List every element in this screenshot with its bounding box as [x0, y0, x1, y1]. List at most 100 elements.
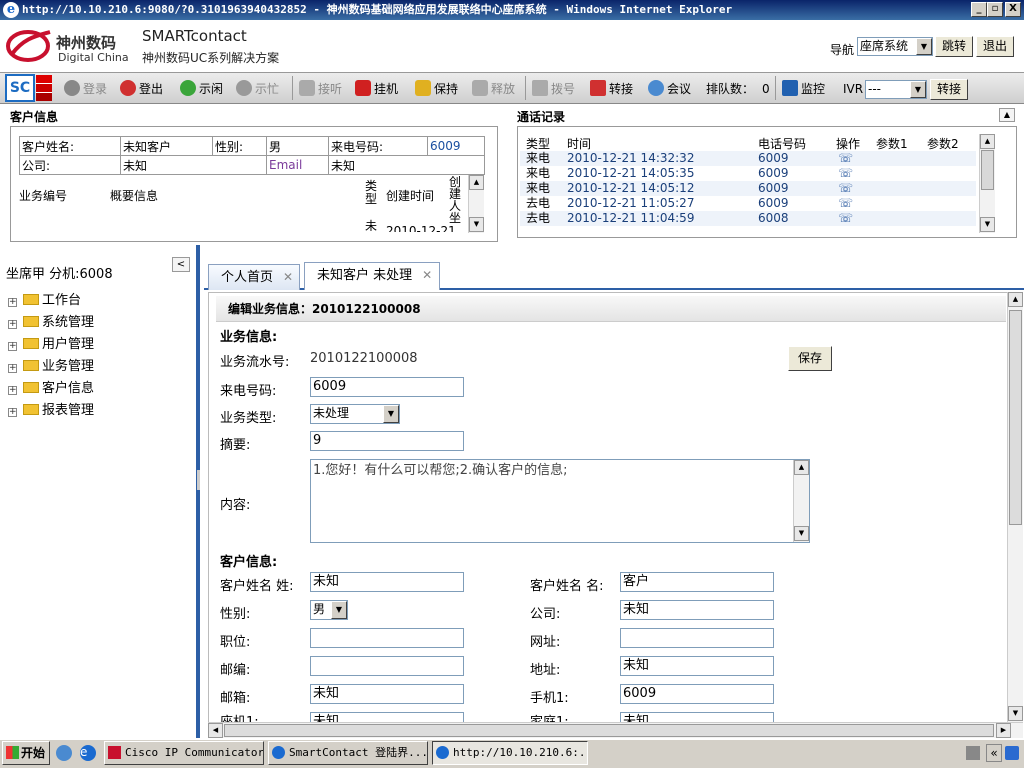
expand-icon[interactable]: +: [8, 298, 17, 307]
redial-icon[interactable]: ☏: [838, 166, 853, 181]
ivr-transfer-button[interactable]: 转接: [930, 79, 968, 100]
redial-icon[interactable]: ☏: [838, 181, 853, 196]
home-input[interactable]: 未知: [620, 712, 774, 722]
call-phone: 6008: [758, 211, 789, 225]
scroll-up-icon[interactable]: ▲: [1008, 292, 1023, 307]
transfer-button[interactable]: 转接: [590, 80, 633, 98]
hold-button[interactable]: 保持: [415, 80, 458, 98]
idle-button[interactable]: 示闲: [180, 80, 223, 98]
content-textarea[interactable]: 1.您好！有什么可以帮您;2.确认客户的信息;: [310, 459, 810, 543]
redial-icon[interactable]: ☏: [838, 196, 853, 211]
expand-icon[interactable]: +: [8, 342, 17, 351]
keyboard-tray-icon[interactable]: [966, 746, 980, 760]
scroll-down-icon[interactable]: ▼: [469, 217, 484, 232]
network-tray-icon[interactable]: [1005, 746, 1019, 760]
save-button[interactable]: 保存: [788, 346, 832, 371]
redial-icon[interactable]: ☏: [838, 151, 853, 166]
email-input[interactable]: 未知: [310, 684, 464, 704]
mobile-input[interactable]: 6009: [620, 684, 774, 704]
collapse-panel-icon[interactable]: ▲: [999, 108, 1015, 122]
surname-input[interactable]: 未知: [310, 572, 464, 592]
tab-home[interactable]: 个人首页 ✕: [208, 264, 300, 290]
position-input[interactable]: [310, 628, 464, 648]
desktop-quicklaunch-icon[interactable]: [56, 745, 72, 761]
sidebar-item-workbench[interactable]: + 工作台: [8, 289, 81, 308]
release-icon: [472, 80, 488, 96]
sidebar-collapse-button[interactable]: <: [172, 257, 190, 272]
scroll-down-icon[interactable]: ▼: [794, 526, 809, 541]
scroll-down-icon[interactable]: ▼: [980, 217, 995, 232]
sidebar-item-business[interactable]: + 业务管理: [8, 355, 94, 374]
summary-input[interactable]: 9: [310, 431, 464, 451]
content-scrollbar[interactable]: ▲ ▼: [793, 460, 809, 542]
hangup-button[interactable]: 挂机: [355, 80, 398, 98]
scroll-thumb[interactable]: [981, 150, 994, 190]
call-phone: 6009: [758, 151, 789, 165]
logout-button[interactable]: 退出: [976, 36, 1014, 57]
scroll-right-icon[interactable]: ▶: [996, 723, 1011, 738]
caller-input[interactable]: 6009: [310, 377, 464, 397]
form-vertical-scrollbar[interactable]: ▲ ▼: [1007, 292, 1023, 722]
monitor-button[interactable]: 监控: [782, 80, 825, 98]
login-button[interactable]: 登录: [64, 80, 107, 98]
transfer-label: 转接: [609, 82, 634, 96]
task-smartcontact-login[interactable]: SmartContact 登陆界...: [268, 741, 428, 765]
maximize-button[interactable]: ▫: [987, 2, 1003, 17]
dial-button[interactable]: 拨号: [532, 80, 575, 98]
givenname-input[interactable]: 客户: [620, 572, 774, 592]
nav-select[interactable]: 座席系统 ▼: [857, 37, 933, 56]
logoff-button[interactable]: 登出: [120, 80, 163, 98]
col-created: 创建时间: [386, 189, 435, 203]
release-button[interactable]: 释放: [472, 80, 515, 98]
sidebar-item-users[interactable]: + 用户管理: [8, 333, 94, 352]
biz-list-scrollbar[interactable]: ▲ ▼: [468, 175, 484, 233]
expand-icon[interactable]: +: [8, 386, 17, 395]
gender-select[interactable]: 男 ▼: [310, 600, 348, 620]
sidebar-item-customers[interactable]: + 客户信息: [8, 377, 94, 396]
call-log-scrollbar[interactable]: ▲ ▼: [979, 134, 995, 233]
jump-button[interactable]: 跳转: [935, 36, 973, 57]
office-input[interactable]: 未知: [310, 712, 464, 722]
scroll-thumb[interactable]: [1009, 310, 1022, 525]
busy-button[interactable]: 示忙: [236, 80, 279, 98]
call-row[interactable]: 来电 2010-12-21 14:05:12 6009 ☏: [520, 181, 976, 196]
close-icon[interactable]: ✕: [422, 268, 432, 282]
task-agent-system[interactable]: http://10.10.210.6:...: [432, 741, 588, 765]
tab-unknown-customer[interactable]: 未知客户 未处理 ✕: [304, 262, 440, 290]
ivr-select[interactable]: --- ▼: [865, 80, 927, 99]
meeting-button[interactable]: 会议: [648, 80, 691, 98]
expand-icon[interactable]: +: [8, 364, 17, 373]
email-label: 邮箱:: [220, 691, 251, 706]
answer-button[interactable]: 接听: [299, 80, 342, 98]
company-input[interactable]: 未知: [620, 600, 774, 620]
scroll-up-icon[interactable]: ▲: [469, 175, 484, 190]
redial-icon[interactable]: ☏: [838, 211, 853, 226]
call-row[interactable]: 去电 2010-12-21 11:04:59 6008 ☏: [520, 211, 976, 226]
address-input[interactable]: 未知: [620, 656, 774, 676]
close-window-button[interactable]: X: [1005, 2, 1021, 17]
scroll-thumb[interactable]: [224, 724, 994, 737]
close-icon[interactable]: ✕: [283, 270, 293, 284]
form-horizontal-scrollbar[interactable]: ◀ ▶: [208, 722, 1023, 738]
splitter-handle[interactable]: [197, 470, 200, 490]
expand-icon[interactable]: +: [8, 320, 17, 329]
start-button[interactable]: 开始: [2, 741, 50, 765]
scroll-up-icon[interactable]: ▲: [794, 460, 809, 475]
scroll-up-icon[interactable]: ▲: [980, 134, 995, 149]
scroll-left-icon[interactable]: ◀: [208, 723, 223, 738]
website-input[interactable]: [620, 628, 774, 648]
call-row[interactable]: 来电 2010-12-21 14:32:32 6009 ☏: [520, 151, 976, 166]
minimize-button[interactable]: _: [971, 2, 987, 17]
call-row[interactable]: 去电 2010-12-21 11:05:27 6009 ☏: [520, 196, 976, 211]
scroll-down-icon[interactable]: ▼: [1008, 706, 1023, 721]
call-row[interactable]: 来电 2010-12-21 14:05:35 6009 ☏: [520, 166, 976, 181]
sidebar-item-reports[interactable]: + 报表管理: [8, 399, 94, 418]
expand-icon[interactable]: +: [8, 408, 17, 417]
tray-expand-button[interactable]: «: [986, 744, 1002, 762]
surname-label: 客户姓名 姓:: [220, 579, 294, 594]
biztype-select[interactable]: 未处理 ▼: [310, 404, 400, 424]
task-cisco[interactable]: Cisco IP Communicator: [104, 741, 264, 765]
sidebar-item-system[interactable]: + 系统管理: [8, 311, 94, 330]
ie-quicklaunch-icon[interactable]: e: [80, 745, 96, 761]
zip-input[interactable]: [310, 656, 464, 676]
